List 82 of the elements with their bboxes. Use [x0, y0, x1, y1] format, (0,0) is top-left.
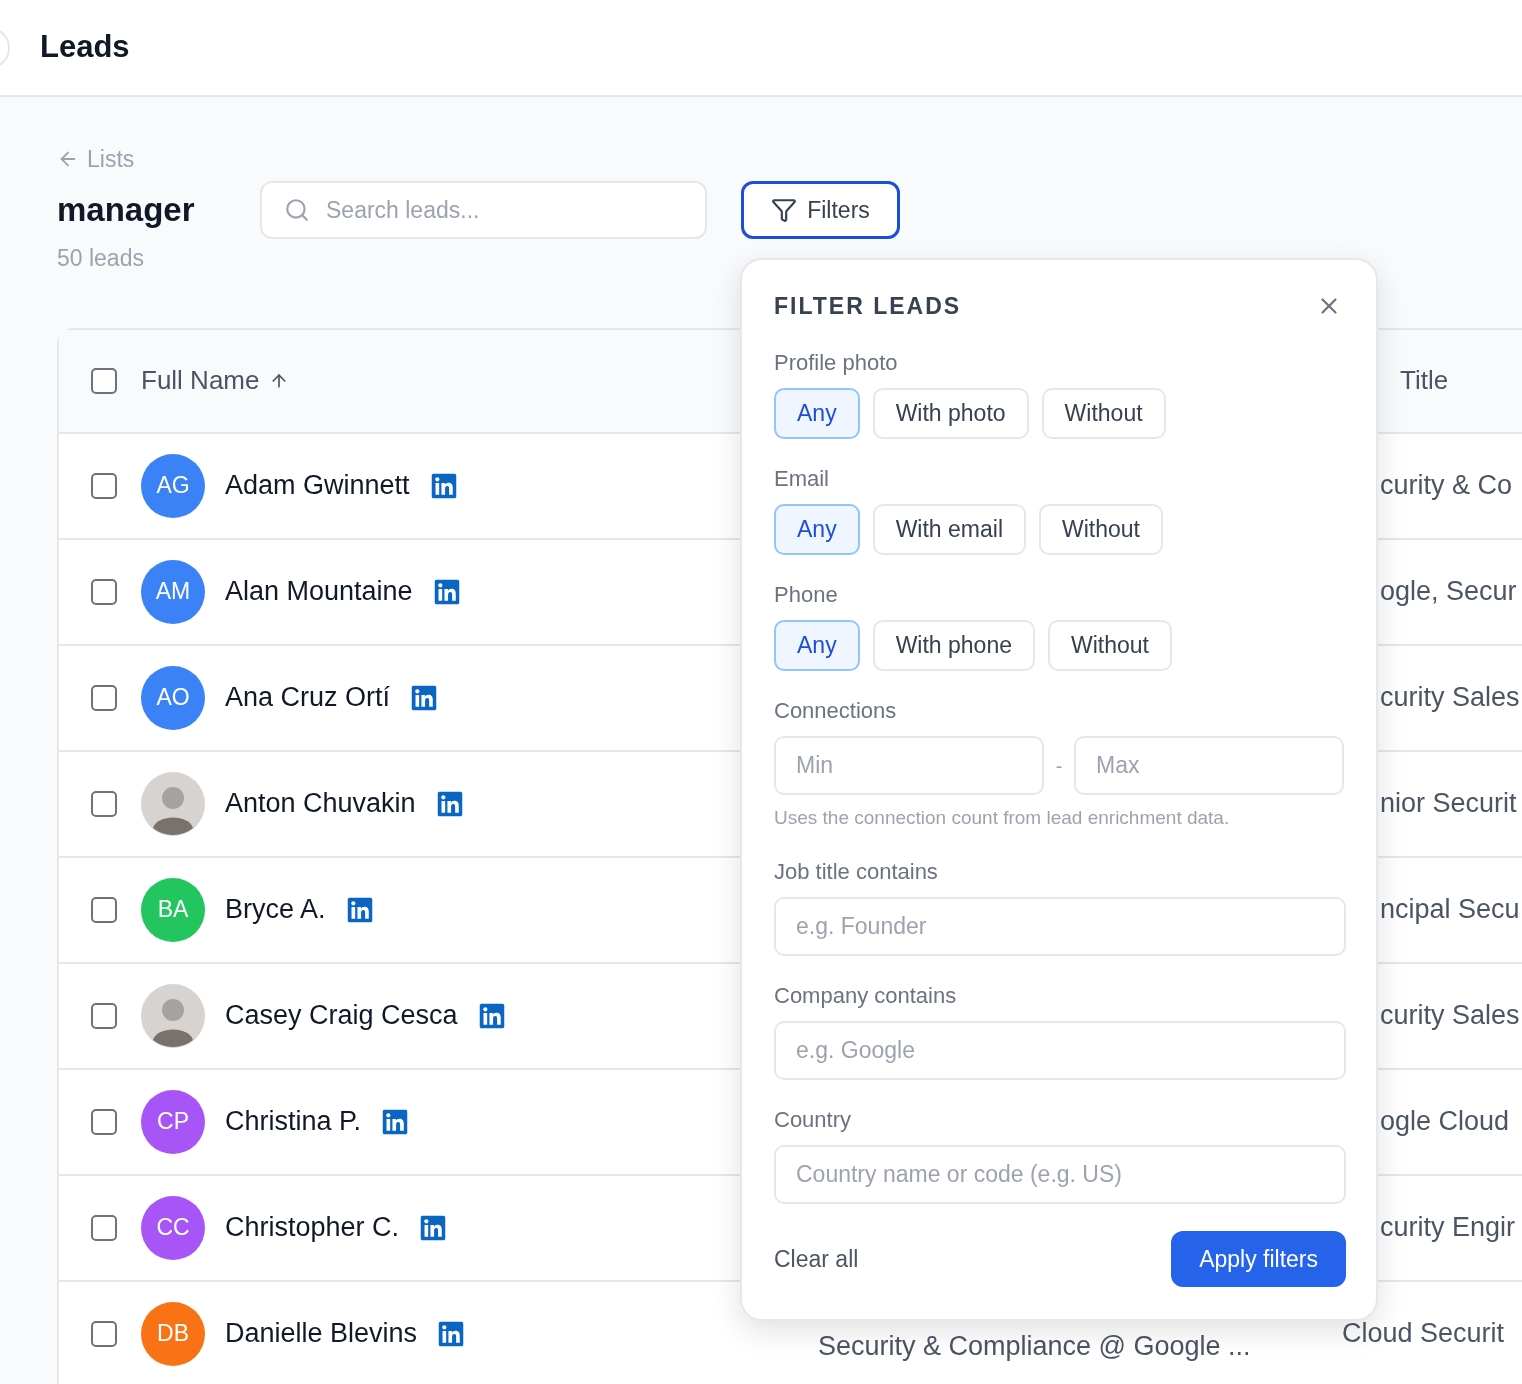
text-input[interactable]: e.g. Google [774, 1021, 1346, 1080]
job-title-text: curity Sales [1380, 681, 1520, 715]
section-label: Email [774, 466, 830, 492]
text-input[interactable]: Country name or code (e.g. US) [774, 1145, 1346, 1204]
linkedin-icon[interactable] [432, 577, 461, 606]
checkbox[interactable] [91, 1002, 117, 1029]
option-chip[interactable]: With phone [872, 620, 1035, 671]
option-chip[interactable]: Any [774, 388, 860, 439]
column-header[interactable]: Title [1400, 361, 1449, 400]
lead-name[interactable]: Casey Craig Cesca [225, 995, 458, 1036]
linkedin-icon[interactable] [477, 1001, 506, 1030]
range-separator: - [1054, 753, 1064, 779]
lead-name[interactable]: Adam Gwinnett [225, 465, 410, 506]
checkbox[interactable] [91, 472, 117, 499]
column-header[interactable]: Full Name [141, 361, 290, 400]
section-label: Connections [774, 698, 898, 724]
lead-count: 50 leads [57, 244, 145, 273]
min-input[interactable]: Min [774, 736, 1044, 795]
lead-name[interactable]: Christopher C. [225, 1207, 400, 1248]
avatar: DB [141, 1301, 205, 1366]
lead-name[interactable]: Ana Cruz Ortí [225, 677, 391, 718]
filter-icon [771, 197, 798, 223]
avatar: AG [141, 453, 205, 518]
checkbox[interactable] [91, 1320, 117, 1347]
list-name: manager [57, 190, 196, 231]
job-title-text: nior Securit [1380, 787, 1517, 821]
option-chip[interactable]: Without [1041, 388, 1166, 439]
checkbox[interactable] [91, 790, 117, 817]
section-label: Company contains [774, 983, 958, 1009]
job-title-text: ogle, Secur [1380, 575, 1517, 609]
linkedin-icon[interactable] [429, 471, 458, 500]
option-chip[interactable]: Without [1048, 620, 1172, 671]
linkedin-icon[interactable] [345, 895, 374, 924]
linkedin-icon[interactable] [419, 1213, 448, 1242]
job-title-text: curity & Co [1380, 469, 1513, 503]
section-label: Country [774, 1107, 853, 1133]
company-text: Security & Compliance @ Google ... [818, 1330, 1251, 1364]
avatar: AM [141, 559, 205, 624]
checkbox[interactable] [91, 684, 117, 711]
avatar: AO [141, 665, 205, 730]
search-field[interactable]: Search leads... [260, 181, 707, 239]
lead-name[interactable]: Bryce A. [225, 889, 326, 930]
checkbox[interactable] [91, 896, 117, 923]
page-title: Leads [40, 28, 130, 67]
checkbox[interactable] [91, 1214, 117, 1241]
option-chip[interactable]: Any [774, 620, 860, 671]
clear-all-button[interactable]: Clear all [774, 1241, 859, 1277]
job-title-text: Cloud Securit [1342, 1317, 1505, 1351]
panel-title: FILTER LEADS [774, 291, 962, 321]
filters-button[interactable]: Filters [741, 181, 900, 239]
avatar: CC [141, 1195, 205, 1260]
option-chip[interactable]: Without [1039, 504, 1163, 555]
lead-name[interactable]: Christina P. [225, 1101, 362, 1142]
option-chip[interactable]: Any [774, 504, 860, 555]
lead-name[interactable]: Anton Chuvakin [225, 783, 416, 824]
option-chip[interactable]: With email [872, 504, 1026, 555]
job-title-text: curity Engir [1380, 1211, 1516, 1245]
job-title-text: curity Sales [1380, 999, 1520, 1033]
checkbox[interactable] [91, 578, 117, 605]
avatar: BA [141, 877, 205, 942]
lead-name[interactable]: Alan Mountaine [225, 571, 413, 612]
lead-name[interactable]: Danielle Blevins [225, 1313, 418, 1354]
option-chip[interactable]: With photo [872, 388, 1029, 439]
section-label: Phone [774, 582, 839, 608]
avatar-icon [141, 983, 205, 1048]
job-title-text: ogle Cloud [1380, 1105, 1510, 1139]
linkedin-icon[interactable] [437, 1319, 466, 1348]
checkbox[interactable] [91, 1108, 117, 1135]
linkedin-icon[interactable] [410, 683, 439, 712]
hint-text: Uses the connection count from lead enrichment data. [774, 807, 1231, 829]
text-input[interactable]: e.g. Founder [774, 897, 1346, 956]
max-input[interactable]: Max [1074, 736, 1344, 795]
section-label: Profile photo [774, 350, 899, 376]
section-label: Job title contains [774, 859, 939, 885]
linkedin-icon[interactable] [435, 789, 464, 818]
checkbox[interactable] [91, 367, 117, 394]
search-icon [284, 197, 310, 223]
linkedin-icon[interactable] [381, 1107, 410, 1136]
apply-filters-button[interactable]: Apply filters [1171, 1231, 1346, 1287]
avatar-icon [141, 771, 205, 836]
avatar: CP [141, 1089, 205, 1154]
job-title-text: ncipal Secu [1380, 893, 1520, 927]
